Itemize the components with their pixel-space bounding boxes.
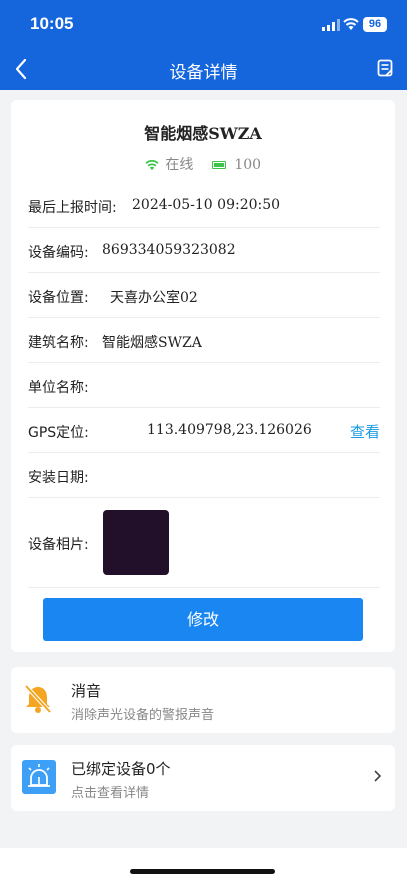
device-name: 智能烟感SWZA [144,124,262,143]
mute-bell-icon [24,684,52,714]
online-status: 在线 [165,157,194,173]
mute-card[interactable]: 消音 消除声光设备的警报声音 [11,667,395,733]
home-indicator[interactable] [130,869,275,874]
chevron-right-icon [374,770,382,782]
cellular-signal-icon [322,19,340,31]
status-bar: 10:05 96 [0,14,407,38]
page-title: 设备详情 [169,63,238,83]
field-value: 2024-05-10 09:20:50 [132,197,281,213]
field-label: 安装日期: [28,470,89,486]
field-device-photo: 设备相片: [28,500,380,588]
field-label: 设备相片: [28,537,89,553]
field-install-date: 安装日期: [28,453,380,498]
field-label: 最后上报时间: [28,200,117,216]
battery-indicator: 96 [363,17,387,32]
device-detail-card: 智能烟感SWZA 在线 100 最后上报时间: 2024-05-10 09:20… [11,100,395,652]
device-status-line: 在线 100 [11,154,395,174]
wifi-icon [343,18,359,30]
alarm-device-icon [22,760,56,794]
field-last-report: 最后上报时间: 2024-05-10 09:20:50 [28,183,380,228]
header: 10:05 96 设备详情 [0,0,407,90]
bound-title: 已绑定设备0个 [71,760,171,778]
field-device-location: 设备位置: 天喜办公室02 [28,273,380,318]
bound-devices-card[interactable]: 已绑定设备0个 点击查看详情 [11,745,395,811]
field-value: 113.409798,23.126026 [147,422,312,438]
field-gps: GPS定位: 113.409798,23.126026 查看 [28,408,380,453]
field-device-code: 设备编码: 869334059323082 [28,228,380,273]
field-value: 869334059323082 [102,242,236,258]
nav-bar: 设备详情 [0,52,407,86]
device-photo-thumbnail[interactable] [103,510,169,575]
view-gps-link[interactable]: 查看 [350,421,380,442]
field-label: 单位名称: [28,380,89,396]
battery-icon [211,161,226,169]
field-label: 设备位置: [28,290,89,306]
field-label: 设备编码: [28,245,89,261]
bottom-safe-area [0,848,407,883]
online-wifi-icon [145,159,159,171]
battery-value: 100 [234,157,262,173]
edit-button[interactable]: 修改 [43,598,363,641]
field-label: GPS定位: [28,425,89,441]
field-label: 建筑名称: [28,335,89,351]
mute-title: 消音 [71,682,102,700]
bound-subtitle: 点击查看详情 [71,786,150,801]
mute-subtitle: 消除声光设备的警报声音 [71,708,215,723]
field-value: 智能烟感SWZA [102,335,202,351]
notes-icon[interactable] [377,59,393,77]
field-building-name: 建筑名称: 智能烟感SWZA [28,318,380,363]
field-value: 天喜办公室02 [110,290,198,306]
field-unit-name: 单位名称: [28,363,380,408]
status-time: 10:05 [30,14,74,33]
